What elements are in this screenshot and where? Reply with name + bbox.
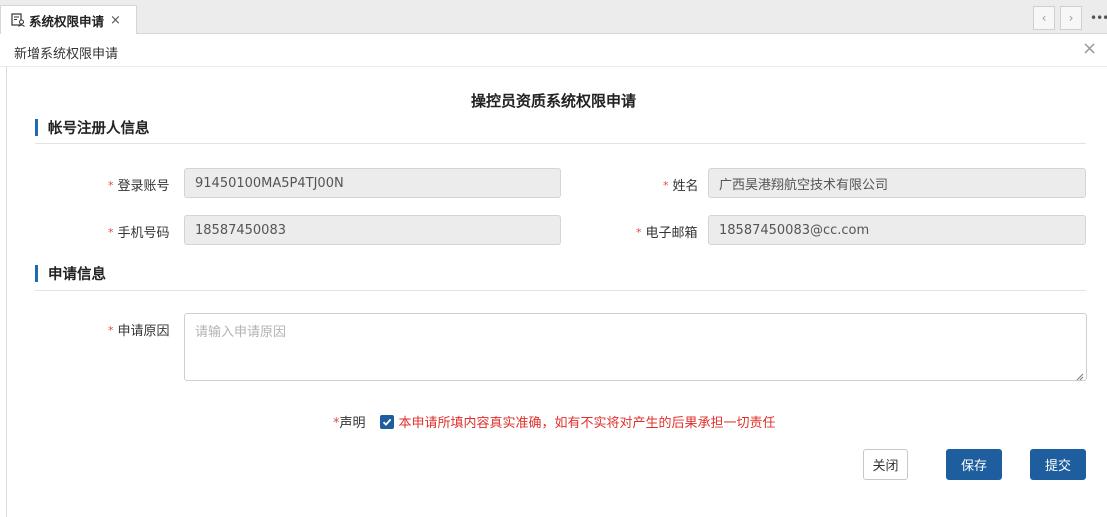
section-divider xyxy=(35,143,1086,144)
declaration-row: *声明 本申请所填内容真实准确，如有不实将对产生的后果承担一切责任 xyxy=(333,412,776,431)
declaration-text: 本申请所填内容真实准确，如有不实将对产生的后果承担一切责任 xyxy=(398,416,776,431)
reason-textarea[interactable]: 请输入申请原因 xyxy=(184,313,1087,381)
email-field[interactable]: 18587450083@cc.com xyxy=(708,215,1086,245)
section-title: 申请信息 xyxy=(48,266,106,283)
name-field[interactable]: 广西昊港翔航空技术有限公司 xyxy=(708,168,1086,198)
section-title: 帐号注册人信息 xyxy=(48,120,150,137)
reason-label: * 申请原因 xyxy=(108,324,170,339)
submit-button[interactable]: 提交 xyxy=(1030,449,1086,480)
tab-bar: 系统权限申请 × ‹ › ••• xyxy=(0,0,1107,34)
required-mark: * xyxy=(108,226,114,239)
document-user-icon xyxy=(11,13,25,27)
resize-handle-icon[interactable] xyxy=(1076,370,1084,381)
tab-next-button[interactable]: › xyxy=(1060,6,1082,30)
reason-placeholder: 请输入申请原因 xyxy=(195,325,287,340)
save-button[interactable]: 保存 xyxy=(946,449,1002,480)
section-marker xyxy=(35,118,38,136)
header-divider xyxy=(0,66,1107,67)
phone-field[interactable]: 18587450083 xyxy=(184,215,561,245)
tab-system-permission[interactable]: 系统权限申请 × xyxy=(0,5,137,34)
dialog-title: 新增系统权限申请 xyxy=(14,47,119,62)
name-label: * 姓名 xyxy=(663,179,699,194)
email-label: * 电子邮箱 xyxy=(636,226,698,241)
login-field[interactable]: 91450100MA5P4TJ00N xyxy=(184,168,561,198)
check-icon xyxy=(382,418,391,426)
more-icon[interactable]: ••• xyxy=(1090,6,1107,30)
required-mark: * xyxy=(663,179,669,192)
section-divider xyxy=(35,290,1086,291)
left-border xyxy=(6,66,7,517)
required-mark: * xyxy=(108,179,114,192)
phone-label: * 手机号码 xyxy=(108,226,170,241)
section-account-info: 帐号注册人信息 xyxy=(35,118,150,137)
login-label: * 登录账号 xyxy=(108,179,170,194)
section-apply-info: 申请信息 xyxy=(35,264,106,283)
close-button[interactable]: 关闭 xyxy=(863,449,908,480)
chevron-right-icon: › xyxy=(1068,11,1074,25)
declaration-label: *声明 xyxy=(333,416,366,431)
chevron-left-icon: ‹ xyxy=(1041,11,1047,25)
tab-close-icon[interactable]: × xyxy=(110,13,121,28)
dialog-close-icon[interactable]: × xyxy=(1082,38,1097,59)
tab-label: 系统权限申请 xyxy=(29,13,105,29)
section-marker xyxy=(35,264,38,282)
required-mark: * xyxy=(636,226,642,239)
declaration-checkbox[interactable] xyxy=(379,414,394,429)
tab-prev-button[interactable]: ‹ xyxy=(1033,6,1055,30)
required-mark: * xyxy=(108,324,114,337)
form-title: 操控员资质系统权限申请 xyxy=(470,92,636,110)
